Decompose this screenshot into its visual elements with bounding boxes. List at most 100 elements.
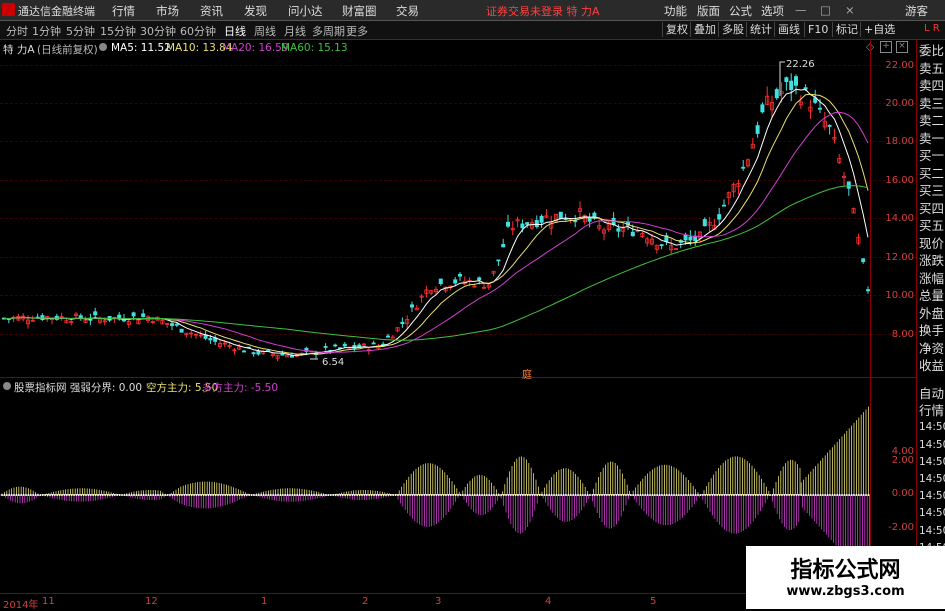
tf-15min[interactable]: 15分钟 bbox=[100, 23, 136, 39]
add-watchlist-button[interactable]: +自选 bbox=[860, 22, 898, 37]
menu-discover[interactable]: 发现 bbox=[244, 3, 267, 19]
indicator-dot bbox=[685, 494, 687, 496]
mark-button[interactable]: 标记 bbox=[832, 22, 861, 37]
indicator-dot bbox=[282, 494, 284, 496]
menu-news[interactable]: 资讯 bbox=[200, 3, 223, 19]
indicator-dot bbox=[402, 494, 404, 496]
indicator-dot bbox=[553, 494, 555, 496]
indicator-dot bbox=[771, 494, 773, 496]
menu-xiaoda[interactable]: 问小达 bbox=[288, 3, 323, 19]
indicator-dot bbox=[351, 494, 353, 496]
candle-body bbox=[506, 222, 509, 226]
indicator-dot bbox=[500, 494, 502, 496]
maximize-icon[interactable]: □ bbox=[820, 3, 831, 17]
indicator-chart[interactable] bbox=[0, 394, 870, 592]
tf-1min[interactable]: 1分钟 bbox=[32, 23, 61, 39]
indicator-dot bbox=[219, 494, 221, 496]
indicator-dot bbox=[11, 494, 13, 496]
indicator-dot bbox=[267, 494, 269, 496]
stats-button[interactable]: 统计 bbox=[746, 22, 775, 37]
event-marker[interactable]: 庭 bbox=[522, 366, 532, 381]
indicator-dot bbox=[133, 494, 135, 496]
settings-icon[interactable] bbox=[99, 43, 107, 51]
indicator-dot bbox=[438, 494, 440, 496]
indicator-dot bbox=[363, 494, 365, 496]
collapse-icon[interactable]: × bbox=[896, 41, 908, 53]
panel-toggle-icon[interactable]: L R bbox=[924, 23, 940, 34]
indicator-dot bbox=[356, 494, 358, 496]
tf-30min[interactable]: 30分钟 bbox=[140, 23, 176, 39]
indicator-dot bbox=[95, 494, 97, 496]
indicator-dot bbox=[558, 494, 560, 496]
menu-trade[interactable]: 交易 bbox=[396, 3, 419, 19]
indicator-dot bbox=[656, 494, 658, 496]
menu-market[interactable]: 市场 bbox=[156, 3, 179, 19]
indicator-dot bbox=[738, 494, 740, 496]
candlestick-chart[interactable] bbox=[0, 56, 870, 376]
indicator-dot bbox=[171, 494, 173, 496]
tf-multi[interactable]: 多周期 bbox=[312, 23, 345, 39]
indicator-dot bbox=[827, 494, 829, 496]
indicator-dot bbox=[188, 494, 190, 496]
indicator-dot bbox=[522, 494, 524, 496]
menu-quotes[interactable]: 行情 bbox=[112, 3, 135, 19]
indicator-dot bbox=[162, 494, 164, 496]
tf-monthly[interactable]: 月线 bbox=[284, 23, 306, 39]
indicator-dot bbox=[121, 494, 123, 496]
indicator-dot bbox=[479, 494, 481, 496]
candle-body bbox=[252, 353, 255, 354]
expand-icon[interactable]: + bbox=[880, 41, 892, 53]
indicator-dot bbox=[251, 494, 253, 496]
draw-button[interactable]: 画线 bbox=[774, 22, 803, 37]
menu-options[interactable]: 选项 bbox=[761, 3, 784, 19]
menu-layout[interactable]: 版面 bbox=[697, 3, 720, 19]
tick-time: 14:50 bbox=[919, 523, 945, 540]
menu-formula[interactable]: 公式 bbox=[729, 3, 752, 19]
indicator-dot bbox=[227, 494, 229, 496]
multi-stock-button[interactable]: 多股 bbox=[718, 22, 747, 37]
app-logo-icon bbox=[2, 3, 15, 16]
minimize-icon[interactable]: — bbox=[795, 3, 807, 17]
menu-function[interactable]: 功能 bbox=[664, 3, 687, 19]
close-icon[interactable]: × bbox=[845, 3, 855, 17]
indicator-dot bbox=[627, 494, 629, 496]
adjust-button[interactable]: 复权 bbox=[662, 22, 691, 37]
adjust-mode: (日线前复权) bbox=[37, 42, 98, 57]
tf-60min[interactable]: 60分钟 bbox=[180, 23, 216, 39]
indicator-dot bbox=[728, 494, 730, 496]
guest-user[interactable]: 游客 bbox=[905, 3, 928, 19]
indicator-dot bbox=[791, 494, 793, 496]
tf-more[interactable]: 更多 bbox=[346, 23, 368, 39]
candle-body bbox=[804, 88, 807, 89]
indicator-dot bbox=[37, 494, 39, 496]
indicator-dot bbox=[61, 494, 63, 496]
indicator-dot bbox=[752, 494, 754, 496]
quote-field-label: 总量 bbox=[919, 287, 945, 304]
indicator-dot bbox=[491, 494, 493, 496]
overlay-button[interactable]: 叠加 bbox=[690, 22, 719, 37]
menu-wealth[interactable]: 财富圈 bbox=[342, 3, 377, 19]
indicator-dot bbox=[637, 494, 639, 496]
indicator-dot bbox=[423, 494, 425, 496]
x-tick: 4 bbox=[545, 596, 551, 607]
indicator-dot bbox=[666, 494, 668, 496]
f10-button[interactable]: F10 bbox=[804, 22, 831, 37]
indicator-dot bbox=[647, 494, 649, 496]
indicator-dot bbox=[805, 494, 807, 496]
tf-5min[interactable]: 5分钟 bbox=[66, 23, 95, 39]
tf-intraday[interactable]: 分时 bbox=[6, 23, 28, 39]
indicator-dot bbox=[440, 494, 442, 496]
indicator-dot bbox=[687, 494, 689, 496]
tf-daily[interactable]: 日线 bbox=[224, 23, 246, 39]
tf-weekly[interactable]: 周线 bbox=[254, 23, 276, 39]
indicator-dot bbox=[404, 494, 406, 496]
login-status[interactable]: 证券交易未登录 特 力A bbox=[486, 3, 600, 19]
watermark-title: 指标公式网 bbox=[746, 552, 945, 584]
indicator-dot bbox=[620, 494, 622, 496]
indicator-dot bbox=[104, 494, 106, 496]
indicator-dot bbox=[344, 494, 346, 496]
indicator-dot bbox=[555, 494, 557, 496]
indicator-settings-icon[interactable] bbox=[3, 382, 11, 390]
candle-body bbox=[559, 212, 562, 219]
indicator-dot bbox=[128, 494, 130, 496]
